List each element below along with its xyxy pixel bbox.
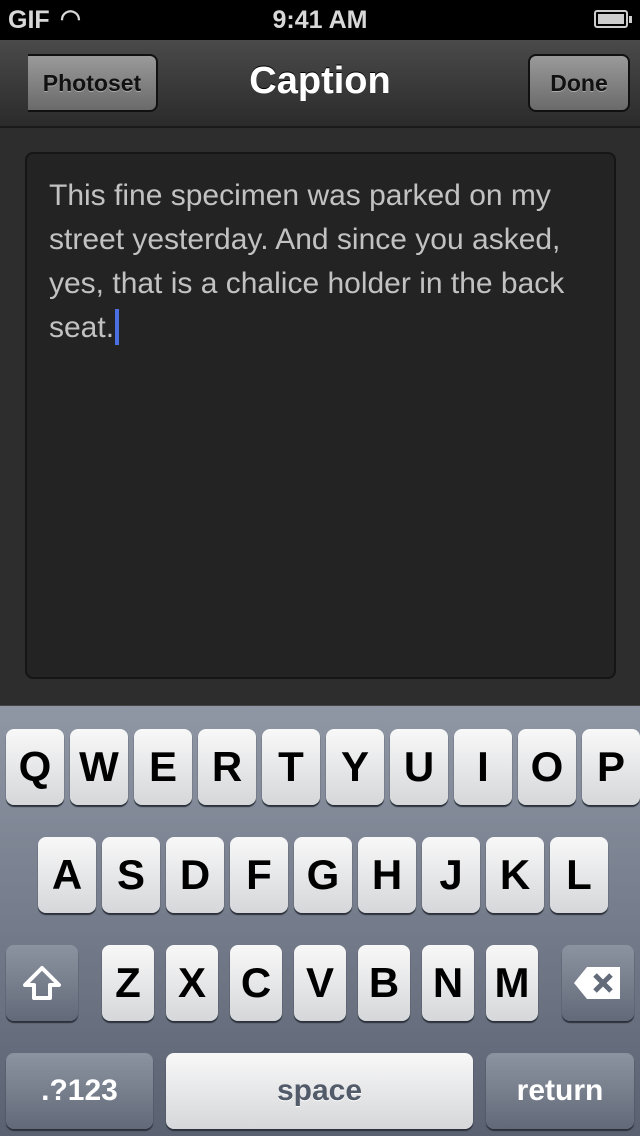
key-e[interactable]: E bbox=[134, 729, 192, 805]
caption-text: This fine specimen was parked on my stre… bbox=[49, 179, 565, 344]
key-l[interactable]: L bbox=[550, 837, 608, 913]
shift-arrow-icon bbox=[23, 966, 61, 1000]
delete-key[interactable] bbox=[562, 945, 634, 1021]
key-u[interactable]: U bbox=[390, 729, 448, 805]
key-d[interactable]: D bbox=[166, 837, 224, 913]
caption-text-area[interactable]: This fine specimen was parked on my stre… bbox=[25, 152, 616, 679]
key-x[interactable]: X bbox=[166, 945, 218, 1021]
clock: 9:41 AM bbox=[272, 6, 368, 34]
key-s[interactable]: S bbox=[102, 837, 160, 913]
keyboard: Q W E R T Y U I O P A S D F G H J K L Z X C V B N M .?123 space retu… bbox=[0, 705, 640, 1136]
text-cursor bbox=[115, 309, 120, 345]
backspace-icon bbox=[574, 967, 620, 999]
key-m[interactable]: M bbox=[486, 945, 538, 1021]
done-button[interactable]: Done bbox=[528, 54, 630, 112]
numbers-key[interactable]: .?123 bbox=[6, 1053, 153, 1129]
key-o[interactable]: O bbox=[518, 729, 576, 805]
key-b[interactable]: B bbox=[358, 945, 410, 1021]
key-h[interactable]: H bbox=[358, 837, 416, 913]
key-j[interactable]: J bbox=[422, 837, 480, 913]
key-a[interactable]: A bbox=[38, 837, 96, 913]
key-q[interactable]: Q bbox=[6, 729, 64, 805]
key-c[interactable]: C bbox=[230, 945, 282, 1021]
navigation-bar: Photoset Caption Done bbox=[0, 40, 640, 128]
key-k[interactable]: K bbox=[486, 837, 544, 913]
key-f[interactable]: F bbox=[230, 837, 288, 913]
space-bar[interactable]: space bbox=[166, 1053, 473, 1129]
key-n[interactable]: N bbox=[422, 945, 474, 1021]
key-p[interactable]: P bbox=[582, 729, 640, 805]
return-key[interactable]: return bbox=[486, 1053, 634, 1129]
battery-icon bbox=[594, 10, 632, 28]
key-z[interactable]: Z bbox=[102, 945, 154, 1021]
key-r[interactable]: R bbox=[198, 729, 256, 805]
shift-key[interactable] bbox=[6, 945, 78, 1021]
key-i[interactable]: I bbox=[454, 729, 512, 805]
status-bar: GIF ◠ 9:41 AM bbox=[0, 0, 640, 40]
key-y[interactable]: Y bbox=[326, 729, 384, 805]
key-t[interactable]: T bbox=[262, 729, 320, 805]
key-w[interactable]: W bbox=[70, 729, 128, 805]
key-g[interactable]: G bbox=[294, 837, 352, 913]
key-v[interactable]: V bbox=[294, 945, 346, 1021]
